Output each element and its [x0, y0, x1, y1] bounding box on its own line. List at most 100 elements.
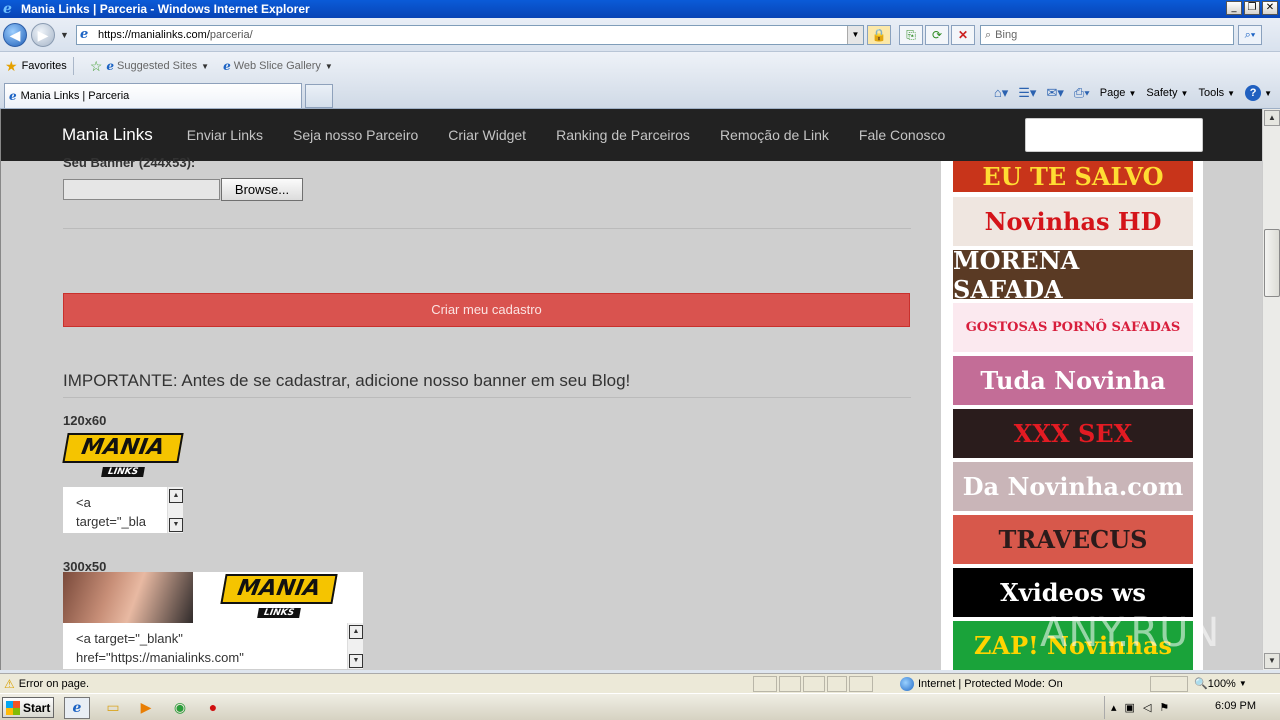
- feeds-icon[interactable]: ☰▾: [1018, 85, 1036, 101]
- refresh-icon[interactable]: ⟳: [925, 25, 949, 45]
- close-button[interactable]: ✕: [1262, 1, 1278, 15]
- compatibility-view-icon[interactable]: ⎘: [899, 25, 923, 45]
- maximize-button[interactable]: ❐: [1244, 1, 1260, 15]
- recent-pages-dropdown-icon[interactable]: ▼: [60, 30, 69, 40]
- warning-icon[interactable]: ⚠: [4, 677, 15, 691]
- new-tab-button[interactable]: [305, 84, 333, 108]
- zone-label: Internet | Protected Mode: On: [918, 678, 1063, 690]
- start-button[interactable]: Start: [2, 697, 54, 718]
- help-menu[interactable]: ? ▼: [1245, 85, 1272, 101]
- nav-fale-conosco[interactable]: Fale Conosco: [859, 127, 945, 143]
- stop-icon[interactable]: ✕: [951, 25, 975, 45]
- page-menu[interactable]: Page ▼: [1100, 87, 1137, 99]
- protected-mode-icon[interactable]: [1150, 676, 1188, 692]
- code-line: <a target="_blank": [76, 631, 183, 646]
- sidebar-ad[interactable]: Da Novinha.com: [953, 462, 1193, 511]
- nav-criar-widget[interactable]: Criar Widget: [448, 127, 526, 143]
- site-navbar: Mania Links Enviar Links Seja nosso Parc…: [1, 109, 1262, 161]
- tools-menu[interactable]: Tools ▼: [1198, 87, 1235, 99]
- minimize-button[interactable]: _: [1226, 1, 1242, 15]
- sidebar-ad[interactable]: EU TE SALVO: [953, 161, 1193, 192]
- sidebar-ad[interactable]: TRAVECUS: [953, 515, 1193, 564]
- textarea-scrollbar[interactable]: ▲ ▼: [347, 623, 363, 669]
- suggested-sites-link[interactable]: e Suggested Sites ▼: [106, 59, 209, 73]
- sidebar-ad[interactable]: Tuda Novinha: [953, 356, 1193, 405]
- scroll-down-icon[interactable]: ▼: [349, 654, 363, 668]
- nav-remocao-link[interactable]: Remoção de Link: [720, 127, 829, 143]
- page-icon: e: [9, 89, 17, 103]
- web-slice-gallery-link[interactable]: e Web Slice Gallery ▼: [223, 59, 333, 73]
- safety-menu[interactable]: Safety ▼: [1146, 87, 1188, 99]
- site-search-input[interactable]: [1025, 118, 1203, 152]
- status-cell: [849, 676, 873, 692]
- create-account-button[interactable]: Criar meu cadastro: [63, 293, 910, 327]
- tab-mania-links[interactable]: e Mania Links | Parceria: [4, 83, 302, 108]
- folder-icon[interactable]: ▭: [100, 697, 126, 719]
- safety-menu-label: Safety: [1146, 87, 1178, 99]
- watermark: ANY.RUN: [1040, 610, 1221, 656]
- address-bar[interactable]: e https://manialinks.com/parceria/ ▼: [76, 25, 864, 45]
- ad-text: Novinhas HD: [984, 207, 1162, 236]
- scroll-thumb[interactable]: [1264, 229, 1280, 297]
- add-to-favorites-icon[interactable]: ☆: [90, 58, 103, 75]
- chrome-icon[interactable]: ◉: [167, 697, 193, 719]
- page-icon: e: [106, 59, 115, 73]
- window-title: Mania Links | Parceria - Windows Interne…: [21, 2, 310, 16]
- favorites-button[interactable]: ★ Favorites: [5, 58, 67, 75]
- start-label: Start: [23, 700, 51, 715]
- mania-links-logo: MANIA LINKS: [220, 574, 338, 618]
- home-icon[interactable]: ⌂▾: [994, 85, 1008, 101]
- size-label-120x60: 120x60: [63, 413, 107, 428]
- search-button[interactable]: ⌕▾: [1238, 25, 1262, 45]
- print-icon[interactable]: ⎙▾: [1074, 85, 1090, 101]
- security-zone[interactable]: Internet | Protected Mode: On: [900, 677, 1063, 691]
- back-button[interactable]: ◀: [3, 23, 27, 47]
- nav-ranking-parceiros[interactable]: Ranking de Parceiros: [556, 127, 690, 143]
- sidebar-ad[interactable]: Novinhas HD: [953, 197, 1193, 246]
- sidebar-ad[interactable]: XXX SEX: [953, 409, 1193, 458]
- window-title-bar: e Mania Links | Parceria - Windows Inter…: [0, 0, 1280, 18]
- scroll-down-icon[interactable]: ▼: [169, 518, 183, 532]
- favorites-label: Favorites: [21, 60, 67, 72]
- scroll-up-icon[interactable]: ▲: [1264, 110, 1280, 126]
- embed-code-300-textarea[interactable]: <a target="_blank" href="https://maniali…: [63, 623, 363, 669]
- page-menu-label: Page: [1099, 87, 1126, 99]
- ie-taskbar-icon[interactable]: e: [64, 697, 90, 719]
- logo-links-text: LINKS: [257, 608, 301, 618]
- ie-logo-icon: e: [3, 1, 12, 17]
- scroll-up-icon[interactable]: ▲: [349, 625, 363, 639]
- status-bar: ⚠ Error on page. Internet | Protected Mo…: [0, 673, 1280, 693]
- scroll-down-icon[interactable]: ▼: [1264, 653, 1280, 669]
- search-input[interactable]: ⌕ Bing: [980, 25, 1234, 45]
- suggested-sites-label: Suggested Sites: [117, 60, 198, 72]
- page-scrollbar[interactable]: ▲ ▼: [1262, 109, 1280, 670]
- opera-icon[interactable]: ●: [200, 697, 226, 719]
- sidebar-ad[interactable]: MORENA SAFADA: [953, 250, 1193, 299]
- popup-blocker-icon[interactable]: [827, 676, 847, 692]
- action-center-icon[interactable]: ⚑: [1159, 701, 1169, 714]
- scroll-up-icon[interactable]: ▲: [169, 489, 183, 503]
- embed-code-120-textarea[interactable]: <a target="_bla ▲ ▼: [63, 487, 183, 533]
- nav-seja-parceiro[interactable]: Seja nosso Parceiro: [293, 127, 418, 143]
- browse-button[interactable]: Browse...: [221, 178, 303, 201]
- site-brand-link[interactable]: Mania Links: [62, 125, 153, 145]
- sidebar-ad[interactable]: GOSTOSAS PORNÔ SAFADAS: [953, 303, 1193, 352]
- lock-icon[interactable]: 🔒: [867, 25, 891, 45]
- page-icon: e: [80, 27, 89, 42]
- nav-enviar-links[interactable]: Enviar Links: [187, 127, 263, 143]
- search-placeholder: Bing: [995, 29, 1018, 41]
- volume-icon[interactable]: ◁: [1143, 701, 1151, 714]
- zoom-control[interactable]: 🔍 100% ▼: [1194, 677, 1247, 691]
- address-dropdown-icon[interactable]: ▼: [847, 26, 863, 44]
- network-icon[interactable]: ▣: [1125, 701, 1135, 714]
- forward-button[interactable]: ▶: [31, 23, 55, 47]
- media-player-icon[interactable]: ▶: [133, 697, 159, 719]
- chevron-down-icon: ▼: [1180, 88, 1189, 98]
- banner-file-input[interactable]: [63, 179, 220, 200]
- ad-text: MORENA SAFADA: [953, 250, 1080, 299]
- textarea-scrollbar[interactable]: ▲ ▼: [167, 487, 183, 533]
- mail-icon[interactable]: ✉▾: [1046, 85, 1063, 101]
- chevron-down-icon: ▼: [201, 61, 210, 71]
- ad-text: EU TE SALVO: [982, 162, 1164, 191]
- show-hidden-icons[interactable]: ▴: [1111, 701, 1117, 714]
